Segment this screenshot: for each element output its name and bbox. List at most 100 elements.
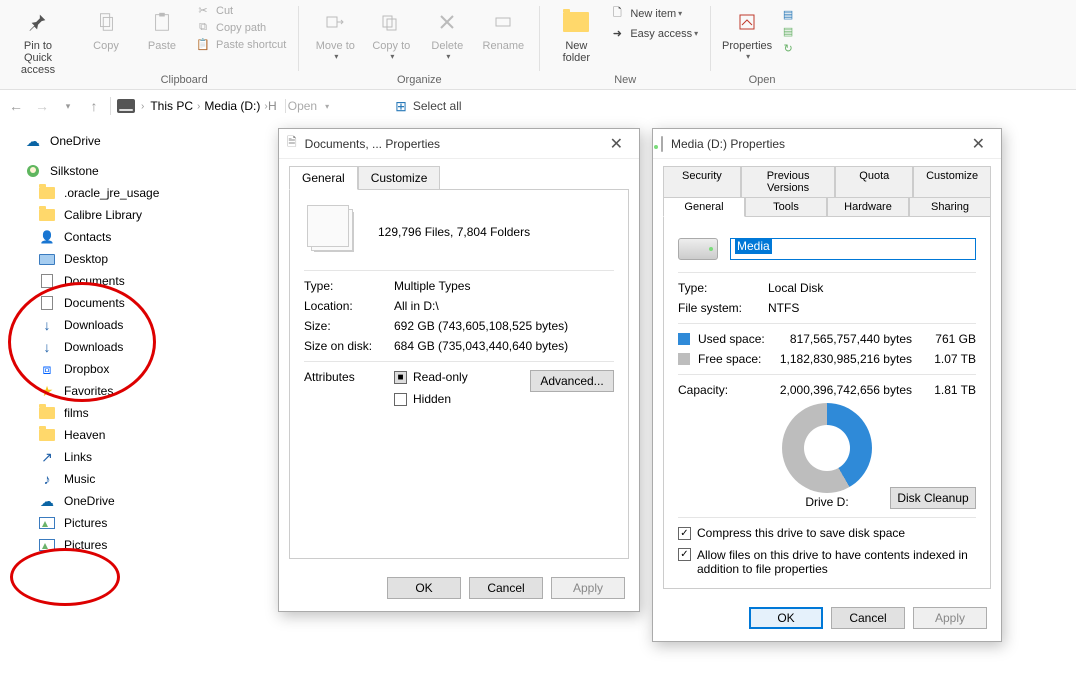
driveprops-close-button[interactable]: ✕: [964, 134, 993, 154]
tab-customize[interactable]: Customize: [913, 166, 991, 198]
disk-cleanup-button[interactable]: Disk Cleanup: [890, 487, 976, 509]
tree-pictures-1[interactable]: Pictures: [4, 512, 244, 534]
nav-tree: ☁OneDrive Silkstone .oracle_jre_usage Ca…: [4, 130, 244, 556]
tree-heaven[interactable]: Heaven: [4, 424, 244, 446]
tab-quota[interactable]: Quota: [835, 166, 913, 198]
docprops-tab-general[interactable]: General: [289, 166, 358, 190]
used-gb: 761 GB: [924, 332, 976, 346]
new-folder-button[interactable]: New folder: [548, 2, 604, 64]
docprops-type: Multiple Types: [394, 279, 470, 293]
breadcrumb-media-d[interactable]: Media (D:): [204, 99, 260, 113]
scissors-icon: ✂: [194, 4, 212, 17]
docprops-files-icon: [314, 212, 354, 252]
tree-films[interactable]: films: [4, 402, 244, 424]
tree-downloads-1[interactable]: ↓Downloads: [4, 314, 244, 336]
document-icon: 🗎: [287, 133, 297, 154]
docprops-title: Documents, ... Properties: [305, 137, 440, 151]
edit-mini-button[interactable]: ▤: [775, 23, 805, 40]
tab-general[interactable]: General: [663, 197, 745, 217]
paste-shortcut-button[interactable]: 📋Paste shortcut: [190, 36, 290, 53]
path-icon: ⧉: [194, 21, 212, 34]
properties-button[interactable]: Properties▾: [719, 2, 775, 61]
back-button[interactable]: ←: [6, 98, 26, 114]
user-icon: [24, 165, 42, 177]
easy-access-button[interactable]: ➜Easy access▾: [604, 25, 702, 42]
tree-user[interactable]: Silkstone: [4, 160, 244, 182]
documents-icon: [38, 274, 56, 288]
paste-button[interactable]: Paste: [134, 2, 190, 52]
history-mini-button[interactable]: ↻: [775, 40, 805, 57]
tree-downloads-2[interactable]: ↓Downloads: [4, 336, 244, 358]
driveprops-cancel-button[interactable]: Cancel: [831, 607, 905, 629]
docprops-tab-customize[interactable]: Customize: [358, 166, 441, 190]
up-button[interactable]: ↑: [84, 98, 104, 114]
ribbon-group-open: Properties▾ ▤ ▤ ↻ Open: [713, 2, 811, 89]
group-label-clipboard: Clipboard: [78, 72, 290, 88]
tree-dropbox[interactable]: ⧈Dropbox: [4, 358, 244, 380]
docprops-titlebar[interactable]: 🗎 Documents, ... Properties ✕: [279, 129, 639, 159]
tree-calibre[interactable]: Calibre Library: [4, 204, 244, 226]
tab-previous-versions[interactable]: Previous Versions: [741, 166, 836, 198]
copy-to-button[interactable]: Copy to▾: [363, 2, 419, 61]
tree-documents-1[interactable]: Documents: [4, 270, 244, 292]
star-icon: ★: [38, 383, 56, 400]
hidden-checkbox[interactable]: Hidden: [394, 392, 530, 406]
copy-button[interactable]: Copy: [78, 2, 134, 52]
delete-button[interactable]: Delete▾: [419, 2, 475, 61]
forward-button[interactable]: →: [32, 98, 52, 114]
move-to-button[interactable]: Move to▾: [307, 2, 363, 61]
tab-security[interactable]: Security: [663, 166, 741, 198]
readonly-checkbox[interactable]: ■Read-only: [394, 370, 530, 384]
driveprops-apply-button[interactable]: Apply: [913, 607, 987, 629]
tree-pictures-2[interactable]: Pictures: [4, 534, 244, 556]
index-checkbox[interactable]: ✓Allow files on this drive to have conte…: [678, 548, 976, 576]
tree-documents-2[interactable]: Documents: [4, 292, 244, 314]
pin-to-quick-access-button[interactable]: Pin to Quick access: [10, 2, 66, 76]
tab-hardware[interactable]: Hardware: [827, 197, 909, 217]
ribbon-group-organize: Move to▾ Copy to▾ Delete▾ Rename Organiz…: [301, 2, 537, 89]
drive-icon: [117, 99, 135, 113]
docprops-close-button[interactable]: ✕: [602, 134, 631, 154]
documents-properties-dialog: 🗎 Documents, ... Properties ✕ General Cu…: [278, 128, 640, 612]
ribbon-group-pin: Pin to Quick access: [4, 2, 72, 89]
rename-button[interactable]: Rename: [475, 2, 531, 52]
drive-name-input[interactable]: Media: [730, 238, 976, 260]
new-item-button[interactable]: 🗋New item▾: [604, 2, 702, 25]
driveprops-ok-button[interactable]: OK: [749, 607, 823, 629]
breadcrumb: This PC › Media (D:) ›: [150, 99, 267, 113]
tree-music[interactable]: ♪Music: [4, 468, 244, 490]
compress-checkbox[interactable]: ✓Compress this drive to save disk space: [678, 526, 976, 540]
documents-icon: [38, 296, 56, 310]
checkbox-box-filled: ■: [394, 371, 407, 384]
cut-button[interactable]: ✂Cut: [190, 2, 290, 19]
contacts-icon: 👤: [38, 230, 56, 244]
docprops-apply-button[interactable]: Apply: [551, 577, 625, 599]
free-bytes: 1,182,830,985,216 bytes: [778, 352, 924, 366]
advanced-button[interactable]: Advanced...: [530, 370, 614, 392]
breadcrumb-this-pc[interactable]: This PC: [150, 99, 193, 113]
recent-dropdown[interactable]: ▾: [58, 101, 78, 112]
select-all-button[interactable]: ⊞ Select all: [395, 98, 461, 115]
tree-onedrive-sub[interactable]: ☁OneDrive: [4, 490, 244, 512]
copy-path-button[interactable]: ⧉Copy path: [190, 19, 290, 36]
tree-onedrive[interactable]: ☁OneDrive: [4, 130, 244, 152]
tree-links[interactable]: ↗Links: [4, 446, 244, 468]
tree-desktop[interactable]: Desktop: [4, 248, 244, 270]
docprops-button-row: OK Cancel Apply: [279, 567, 639, 611]
drive-type: Local Disk: [768, 281, 823, 295]
docprops-ok-button[interactable]: OK: [387, 577, 461, 599]
open-mini-button[interactable]: ▤: [775, 6, 805, 23]
used-space-swatch: [678, 333, 690, 345]
tab-tools[interactable]: Tools: [745, 197, 827, 217]
tree-favorites[interactable]: ★Favorites: [4, 380, 244, 402]
drive-large-icon: [678, 238, 718, 260]
annotation-oval-pics: [10, 548, 120, 606]
driveprops-titlebar[interactable]: Media (D:) Properties ✕: [653, 129, 1001, 159]
docprops-cancel-button[interactable]: Cancel: [469, 577, 543, 599]
tree-contacts[interactable]: 👤Contacts: [4, 226, 244, 248]
select-all-icon: ⊞: [395, 98, 407, 115]
dropbox-icon: ⧈: [38, 361, 56, 378]
tree-oracle[interactable]: .oracle_jre_usage: [4, 182, 244, 204]
tab-sharing[interactable]: Sharing: [909, 197, 991, 217]
open-dropdown-stub[interactable]: Open: [288, 99, 317, 113]
